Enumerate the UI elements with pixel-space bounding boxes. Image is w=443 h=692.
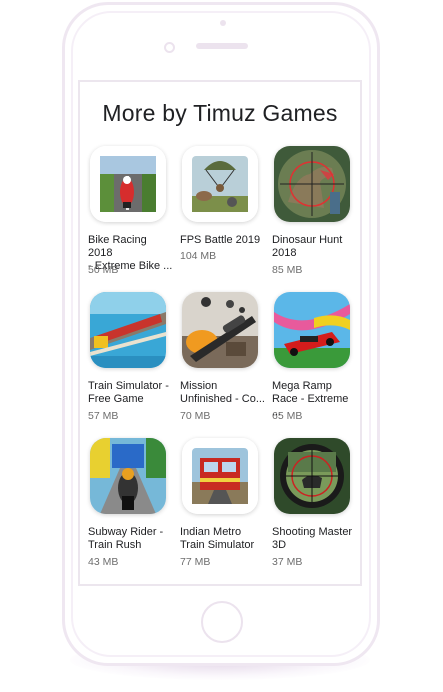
home-button[interactable]	[201, 601, 243, 643]
indian-metro-icon[interactable]	[182, 438, 258, 514]
subway-rider-icon[interactable]	[90, 438, 166, 514]
mission-unfinished-icon[interactable]	[182, 292, 258, 368]
bike-racing-icon[interactable]	[90, 146, 166, 222]
app-name: FPS Battle 2019	[180, 234, 261, 246]
page-title: More by Timuz Games	[102, 100, 338, 126]
app-name: Shooting Master 3D	[272, 526, 353, 551]
app-size: 37 MB	[272, 556, 303, 568]
fps-battle-icon[interactable]	[182, 146, 258, 222]
sensor-dot	[220, 20, 226, 26]
app-name: Dinosaur Hunt 2018	[272, 234, 343, 259]
app-size: 50 MB	[88, 264, 119, 276]
mega-ramp-icon[interactable]	[274, 292, 350, 368]
app-size: 43 MB	[88, 556, 119, 568]
dinosaur-hunt-icon[interactable]	[274, 146, 350, 222]
app-size: 85 MB	[272, 264, 303, 276]
front-camera	[164, 42, 175, 53]
app-name: Subway Rider - Train Rush	[88, 526, 164, 551]
phone-screen: More by Timuz Games Bike Racing 2018 - E…	[78, 80, 362, 586]
shooting-master-icon[interactable]	[274, 438, 350, 514]
earpiece-speaker	[196, 43, 248, 49]
app-size: 77 MB	[180, 556, 211, 568]
app-name: Mission Unfinished - Co...	[180, 380, 265, 405]
app-name: Train Simulator - Free Game	[88, 380, 169, 405]
app-size: 65 MB	[272, 410, 303, 422]
app-name: Indian Metro Train Simulator	[180, 526, 255, 551]
app-size: 70 MB	[180, 410, 211, 422]
app-size: 104 MB	[180, 250, 217, 262]
app-size: 57 MB	[88, 410, 119, 422]
train-simulator-icon[interactable]	[90, 292, 166, 368]
